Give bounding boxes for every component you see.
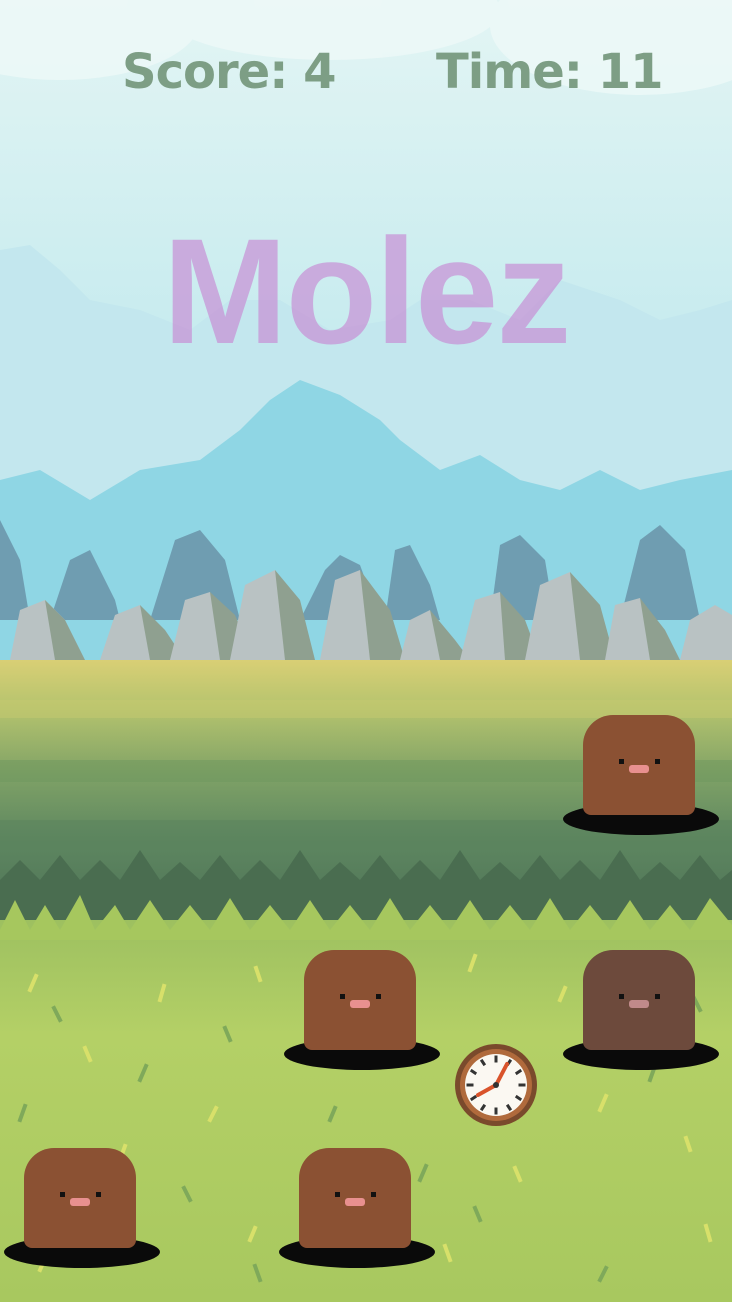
mole-body — [304, 950, 416, 1050]
mole-body — [299, 1148, 411, 1248]
mole-nose — [70, 1198, 90, 1206]
mole-body — [583, 950, 695, 1050]
mole-bottom-left[interactable] — [4, 1148, 164, 1268]
score-value: 4 — [303, 44, 336, 100]
mole-middle-center[interactable] — [284, 950, 444, 1070]
mole-eye-left — [619, 759, 624, 764]
score-label: Score: — [122, 44, 288, 100]
mole-eye-left — [60, 1192, 65, 1197]
mole-eye-left — [340, 994, 345, 999]
mole-eye-right — [376, 994, 381, 999]
mole-body — [24, 1148, 136, 1248]
mole-eye-right — [655, 759, 660, 764]
mole-bottom-center[interactable] — [279, 1148, 439, 1268]
time-label: Time: — [436, 44, 583, 100]
time-display: Time: 11 — [436, 44, 664, 100]
time-value: 11 — [597, 44, 664, 100]
mole-eye-left — [335, 1192, 340, 1197]
mole-nose — [629, 1000, 649, 1008]
clock-icon[interactable] — [453, 1042, 539, 1128]
mole-eye-right — [655, 994, 660, 999]
game-title: Molez — [162, 207, 572, 375]
mole-eye-right — [96, 1192, 101, 1197]
mole-middle-right[interactable] — [563, 950, 723, 1070]
mole-nose — [350, 1000, 370, 1008]
game-background — [0, 0, 732, 1302]
mole-nose — [345, 1198, 365, 1206]
mole-top-right[interactable] — [563, 715, 723, 835]
mole-body — [583, 715, 695, 815]
mole-eye-left — [619, 994, 624, 999]
mole-eye-right — [371, 1192, 376, 1197]
mole-nose — [629, 765, 649, 773]
score-display: Score: 4 — [122, 44, 337, 100]
